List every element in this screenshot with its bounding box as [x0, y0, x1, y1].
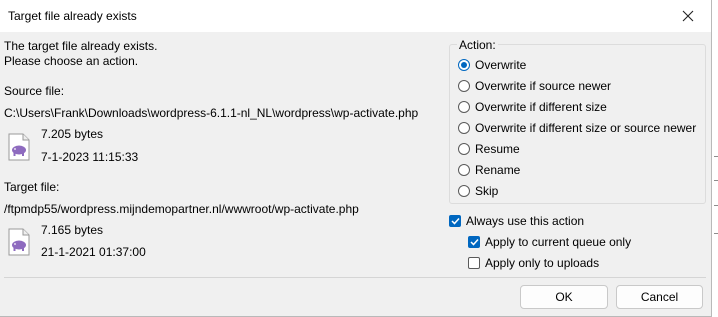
overwrite-dialog: Target file already exists The target fi… [0, 0, 712, 317]
checkbox-label: Apply to current queue only [485, 235, 632, 249]
apply-to-queue-checkbox[interactable]: Apply to current queue only [468, 235, 631, 249]
background-window-edge [712, 0, 718, 317]
title-bar: Target file already exists [0, 0, 711, 32]
source-file-label: Source file: [4, 84, 65, 98]
background-divider [714, 180, 718, 181]
checkmark-icon [469, 238, 479, 246]
apply-only-uploads-checkbox[interactable]: Apply only to uploads [468, 256, 599, 270]
checkbox-label: Always use this action [466, 214, 585, 228]
radio-label: Overwrite if source newer [475, 79, 612, 93]
radio-label: Rename [475, 163, 521, 177]
radio-label: Overwrite if different size [475, 100, 607, 114]
radio-indicator[interactable] [458, 122, 470, 134]
target-file-date: 21-1-2021 01:37:00 [41, 245, 146, 259]
action-group-label: Action: [457, 38, 498, 52]
ok-button[interactable]: OK [520, 285, 608, 309]
close-icon [682, 10, 694, 22]
radio-indicator[interactable] [458, 101, 470, 113]
message-line-1: The target file already exists. [4, 39, 158, 53]
source-file-date: 7-1-2023 11:15:33 [41, 150, 139, 164]
close-button[interactable] [665, 0, 711, 32]
radio-overwrite-if-newer[interactable]: Overwrite if source newer [458, 79, 611, 93]
message-line-2: Please choose an action. [4, 54, 139, 68]
checkbox-indicator[interactable] [449, 215, 461, 227]
php-file-icon [8, 228, 30, 256]
source-file-path: C:\Users\Frank\Downloads\wordpress-6.1.1… [4, 106, 419, 120]
always-use-action-checkbox[interactable]: Always use this action [449, 214, 584, 228]
radio-resume[interactable]: Resume [458, 142, 520, 156]
radio-label: Resume [475, 142, 520, 156]
radio-indicator[interactable] [458, 164, 470, 176]
radio-indicator[interactable] [458, 185, 470, 197]
background-divider [714, 156, 718, 157]
cancel-button[interactable]: Cancel [616, 285, 703, 309]
target-file-size: 7.165 bytes [41, 223, 104, 237]
checkbox-indicator[interactable] [468, 257, 480, 269]
radio-label: Skip [475, 184, 499, 198]
radio-indicator[interactable] [458, 59, 470, 71]
background-divider [714, 233, 718, 234]
radio-overwrite-if-different-size[interactable]: Overwrite if different size [458, 100, 607, 114]
checkbox-indicator[interactable] [468, 236, 480, 248]
radio-overwrite[interactable]: Overwrite [458, 58, 526, 72]
checkbox-label: Apply only to uploads [485, 256, 600, 270]
radio-label: Overwrite if different size or source ne… [475, 121, 697, 135]
background-divider [714, 205, 718, 206]
checkmark-icon [450, 217, 460, 225]
php-file-icon [8, 133, 30, 161]
dialog-title: Target file already exists [8, 9, 137, 23]
radio-label: Overwrite [475, 58, 527, 72]
button-divider [4, 277, 706, 278]
target-file-path: /ftpmdp55/wordpress.mijndemopartner.nl/w… [4, 202, 359, 216]
radio-overwrite-if-size-or-newer[interactable]: Overwrite if different size or source ne… [458, 121, 696, 135]
radio-indicator[interactable] [458, 80, 470, 92]
target-file-label: Target file: [4, 180, 60, 194]
radio-indicator[interactable] [458, 143, 470, 155]
radio-rename[interactable]: Rename [458, 163, 520, 177]
radio-skip[interactable]: Skip [458, 184, 498, 198]
source-file-size: 7.205 bytes [41, 127, 104, 141]
